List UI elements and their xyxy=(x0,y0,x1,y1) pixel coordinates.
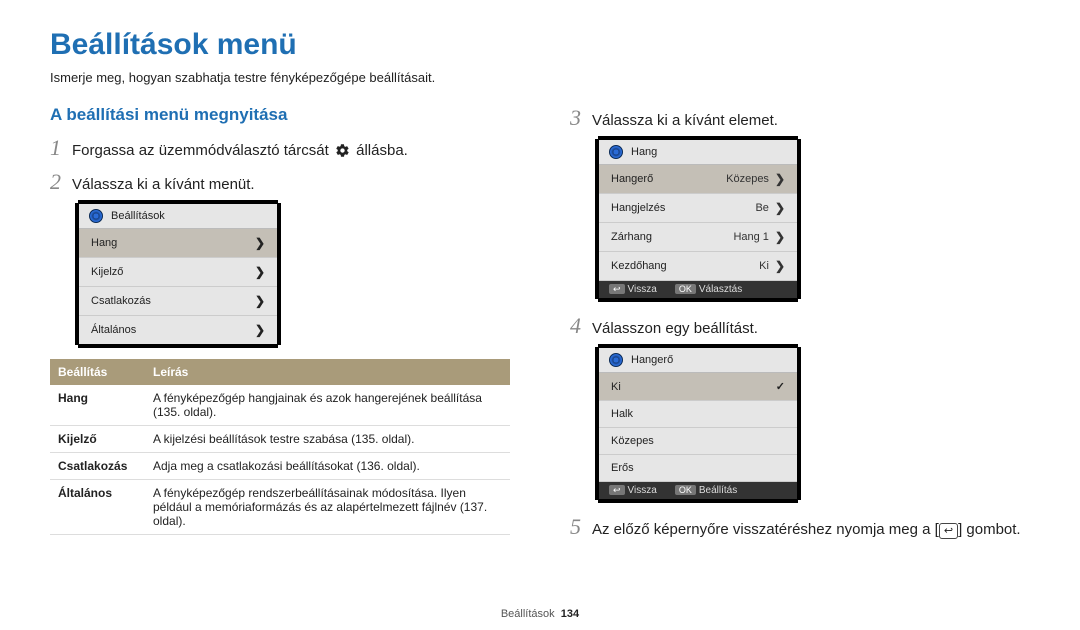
panel-row[interactable]: Erős xyxy=(599,455,797,482)
panel-footer: ↩Vissza OKVálasztás xyxy=(599,281,797,298)
volume-panel: Hangerő Ki ✓ Halk Közepes Erős ↩Vissza O… xyxy=(598,347,798,500)
chevron-right-icon: ❯ xyxy=(775,172,785,186)
panel-row[interactable]: Kezdőhang Ki❯ xyxy=(599,252,797,281)
panel-row-altalanos[interactable]: Általános ❯ xyxy=(79,316,277,344)
return-icon: ↩ xyxy=(939,523,958,539)
panel-footer: ↩Vissza OKBeállítás xyxy=(599,482,797,499)
chevron-right-icon: ❯ xyxy=(255,236,265,250)
table-row: Hang A fényképezőgép hangjainak és azok … xyxy=(50,385,510,426)
sound-panel: Hang Hangerő Közepes❯ Hangjelzés Be❯ Zár… xyxy=(598,139,798,299)
panel-header: Hang xyxy=(599,140,797,165)
step-number: 2 xyxy=(50,169,72,195)
step-number: 4 xyxy=(570,313,592,339)
panel-header: Hangerő xyxy=(599,348,797,373)
page-intro: Ismerje meg, hogyan szabhatja testre fén… xyxy=(50,70,1030,85)
back-icon: ↩ xyxy=(609,485,625,495)
ok-icon: OK xyxy=(675,485,696,495)
dial-icon xyxy=(89,209,103,223)
chevron-right-icon: ❯ xyxy=(775,259,785,273)
panel-row-kijelzo[interactable]: Kijelző ❯ xyxy=(79,258,277,287)
panel-row-hang[interactable]: Hang ❯ xyxy=(79,229,277,258)
settings-description-table: Beállítás Leírás Hang A fényképezőgép ha… xyxy=(50,359,510,535)
th-setting: Beállítás xyxy=(50,359,145,385)
left-column: A beállítási menü megnyitása 1 Forgassa … xyxy=(50,105,510,548)
dial-icon xyxy=(609,145,623,159)
chevron-right-icon: ❯ xyxy=(255,323,265,337)
page-title: Beállítások menü xyxy=(50,28,1030,62)
panel-row[interactable]: Zárhang Hang 1❯ xyxy=(599,223,797,252)
back-icon: ↩ xyxy=(609,284,625,294)
th-description: Leírás xyxy=(145,359,510,385)
right-column: 3 Válassza ki a kívánt elemet. Hang Hang… xyxy=(570,105,1030,548)
chevron-right-icon: ❯ xyxy=(255,294,265,308)
step2-text: Válassza ki a kívánt menüt. xyxy=(72,176,510,193)
gear-icon xyxy=(335,143,350,158)
section-heading: A beállítási menü megnyitása xyxy=(50,105,510,125)
ok-icon: OK xyxy=(675,284,696,294)
step3-text: Válassza ki a kívánt elemet. xyxy=(592,112,1030,129)
chevron-right-icon: ❯ xyxy=(775,201,785,215)
panel-row[interactable]: Közepes xyxy=(599,428,797,455)
panel-row[interactable]: Hangjelzés Be❯ xyxy=(599,194,797,223)
settings-panel: Beállítások Hang ❯ Kijelző ❯ Csatlakozás… xyxy=(78,203,278,345)
dial-icon xyxy=(609,353,623,367)
page-footer: Beállítások 134 xyxy=(0,608,1080,620)
panel-row-csatlakozas[interactable]: Csatlakozás ❯ xyxy=(79,287,277,316)
panel-row[interactable]: Hangerő Közepes❯ xyxy=(599,165,797,194)
table-row: Általános A fényképezőgép rendszerbeállí… xyxy=(50,480,510,535)
step1-text: Forgassa az üzemmódválasztó tárcsát állá… xyxy=(72,142,510,159)
chevron-right-icon: ❯ xyxy=(255,265,265,279)
step-number: 5 xyxy=(570,514,592,540)
table-row: Csatlakozás Adja meg a csatlakozási beál… xyxy=(50,453,510,480)
chevron-right-icon: ❯ xyxy=(775,230,785,244)
step-number: 1 xyxy=(50,135,72,161)
step5-text: Az előző képernyőre visszatéréshez nyomj… xyxy=(592,521,1030,539)
step-number: 3 xyxy=(570,105,592,131)
panel-header: Beállítások xyxy=(79,204,277,229)
step4-text: Válasszon egy beállítást. xyxy=(592,320,1030,337)
check-icon: ✓ xyxy=(776,380,785,393)
panel-row[interactable]: Ki ✓ xyxy=(599,373,797,401)
panel-row[interactable]: Halk xyxy=(599,401,797,428)
table-row: Kijelző A kijelzési beállítások testre s… xyxy=(50,426,510,453)
